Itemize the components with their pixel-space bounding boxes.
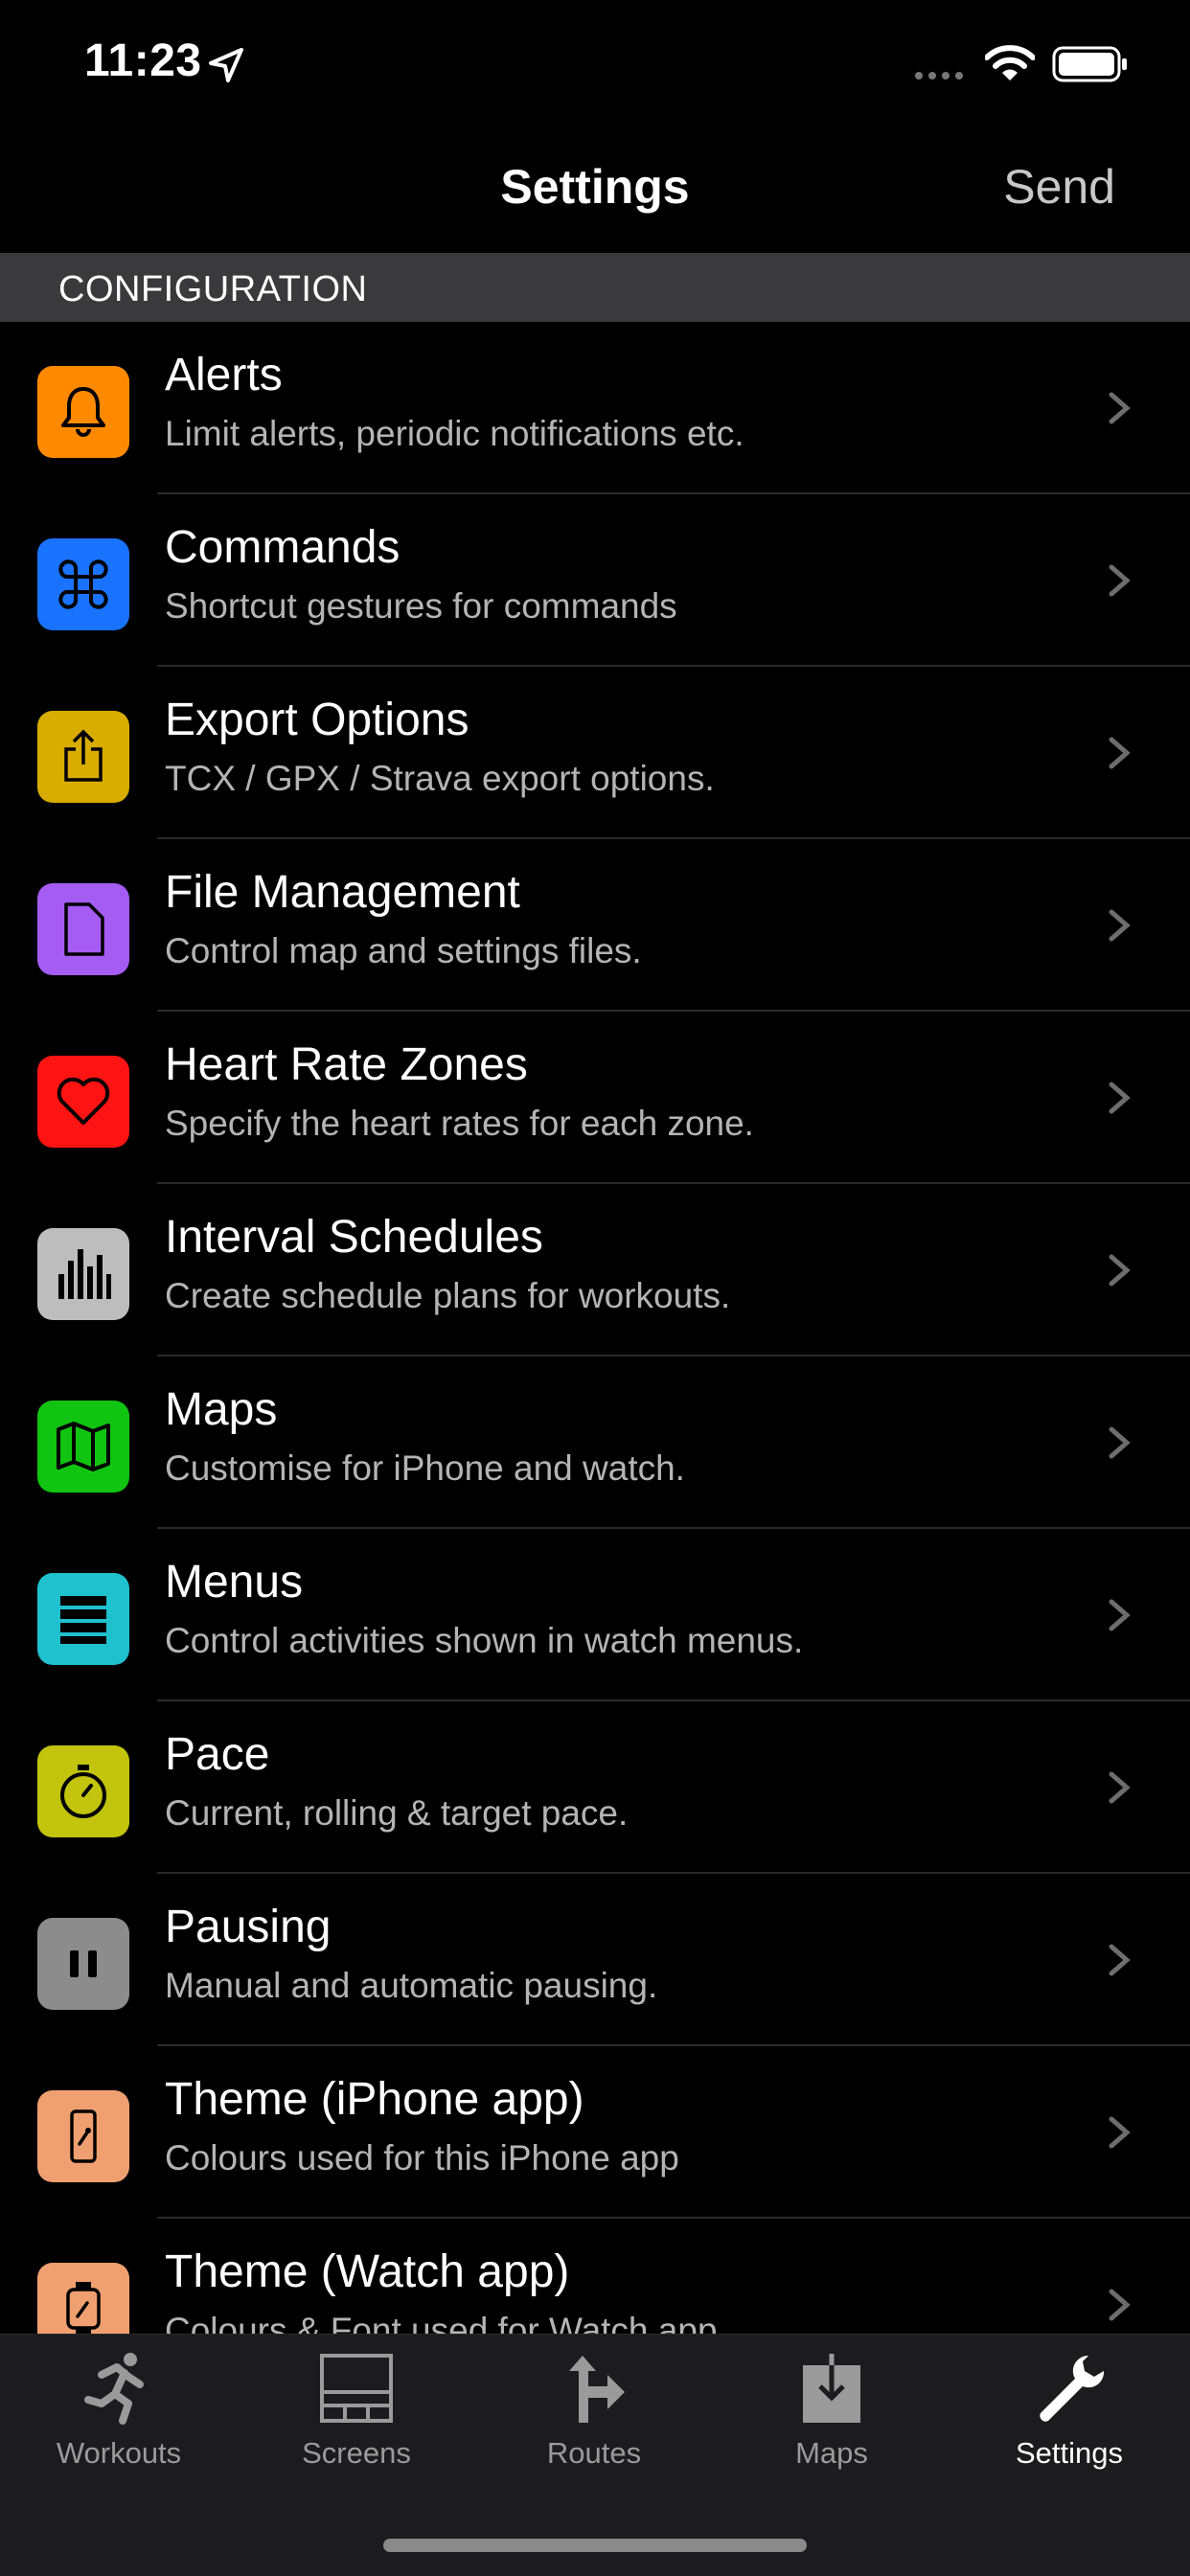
heart-icon — [57, 1077, 110, 1125]
status-time: 11:23 — [84, 35, 202, 86]
screens-icon — [320, 2354, 393, 2423]
settings-row-commands[interactable]: Commands Shortcut gestures for commands — [0, 494, 1190, 667]
row-title: Export Options — [165, 695, 469, 745]
home-indicator[interactable] — [383, 2539, 807, 2552]
settings-row-interval-schedules[interactable]: Interval Schedules Create schedule plans… — [0, 1184, 1190, 1356]
tab-settings[interactable]: Settings — [950, 2335, 1188, 2488]
send-button[interactable]: Send — [1003, 159, 1115, 215]
menu-list-icon — [60, 1596, 106, 1644]
chevron-right-icon — [1109, 1082, 1131, 1114]
row-title: File Management — [165, 867, 520, 918]
settings-row-pace[interactable]: Pace Current, rolling & target pace. — [0, 1701, 1190, 1874]
chevron-right-icon — [1109, 564, 1131, 597]
tab-label: Workouts — [56, 2436, 182, 2470]
location-arrow-icon — [209, 48, 243, 82]
bars-icon — [58, 1249, 111, 1299]
settings-row-heart-rate-zones[interactable]: Heart Rate Zones Specify the heart rates… — [0, 1012, 1190, 1184]
row-title: Menus — [165, 1557, 304, 1607]
icon-tile — [37, 1573, 129, 1665]
row-subtitle: TCX / GPX / Strava export options. — [165, 759, 715, 798]
map-download-icon — [803, 2354, 860, 2423]
settings-row-maps[interactable]: Maps Customise for iPhone and watch. — [0, 1356, 1190, 1529]
cellular-signal-icon — [915, 72, 963, 80]
tab-workouts[interactable]: Workouts — [0, 2335, 238, 2488]
tab-screens[interactable]: Screens — [238, 2335, 475, 2488]
chevron-right-icon — [1109, 1771, 1131, 1804]
settings-row-alerts[interactable]: Alerts Limit alerts, periodic notificati… — [0, 322, 1190, 494]
tab-maps[interactable]: Maps — [713, 2335, 950, 2488]
command-icon — [58, 559, 108, 609]
settings-list: Alerts Limit alerts, periodic notificati… — [0, 322, 1190, 2391]
routes-icon — [569, 2356, 625, 2423]
tab-label: Settings — [1015, 2436, 1123, 2470]
row-title: Heart Rate Zones — [165, 1039, 528, 1090]
settings-row-theme-iphone[interactable]: Theme (iPhone app) Colours used for this… — [0, 2046, 1190, 2219]
watch-wrench-icon — [66, 2282, 101, 2336]
chevron-right-icon — [1109, 2289, 1131, 2321]
runner-icon — [84, 2353, 144, 2425]
icon-tile — [37, 1228, 129, 1320]
row-subtitle: Colours used for this iPhone app — [165, 2138, 679, 2177]
section-header-label: CONFIGURATION — [58, 269, 368, 309]
icon-tile — [37, 883, 129, 975]
icon-tile — [37, 538, 129, 630]
row-subtitle: Control activities shown in watch menus. — [165, 1621, 804, 1660]
chevron-right-icon — [1109, 2116, 1131, 2149]
row-title: Maps — [165, 1384, 278, 1435]
settings-row-menus[interactable]: Menus Control activities shown in watch … — [0, 1529, 1190, 1701]
row-title: Theme (iPhone app) — [165, 2074, 584, 2125]
section-header: CONFIGURATION — [0, 253, 1190, 322]
icon-tile — [37, 1401, 129, 1493]
icon-tile — [37, 1918, 129, 2010]
map-icon — [57, 1422, 110, 1471]
row-title: Interval Schedules — [165, 1212, 543, 1263]
icon-tile — [37, 711, 129, 803]
row-subtitle: Limit alerts, periodic notifications etc… — [165, 414, 744, 453]
chevron-right-icon — [1109, 737, 1131, 769]
chevron-right-icon — [1109, 909, 1131, 942]
bell-icon — [61, 387, 105, 437]
tab-label: Maps — [795, 2436, 868, 2470]
row-subtitle: Manual and automatic pausing. — [165, 1966, 658, 2005]
status-bar: 11:23 — [0, 0, 1190, 129]
icon-tile — [37, 366, 129, 458]
tab-label: Screens — [302, 2436, 411, 2470]
row-subtitle: Control map and settings files. — [165, 931, 642, 970]
settings-row-file-management[interactable]: File Management Control map and settings… — [0, 839, 1190, 1012]
share-icon — [64, 729, 103, 782]
battery-icon — [1052, 46, 1127, 82]
chevron-right-icon — [1109, 1426, 1131, 1459]
document-icon — [64, 902, 104, 956]
icon-tile — [37, 2090, 129, 2182]
row-title: Pausing — [165, 1902, 332, 1952]
settings-row-export-options[interactable]: Export Options TCX / GPX / Strava export… — [0, 667, 1190, 839]
row-subtitle: Specify the heart rates for each zone. — [165, 1104, 754, 1143]
stopwatch-icon — [60, 1765, 106, 1818]
chevron-right-icon — [1109, 392, 1131, 424]
row-subtitle: Customise for iPhone and watch. — [165, 1448, 685, 1488]
icon-tile — [37, 1056, 129, 1148]
row-subtitle: Shortcut gestures for commands — [165, 586, 677, 626]
chevron-right-icon — [1109, 1599, 1131, 1631]
chevron-right-icon — [1109, 1254, 1131, 1287]
phone-wrench-icon — [70, 2109, 97, 2163]
row-title: Pace — [165, 1729, 270, 1780]
settings-row-pausing[interactable]: Pausing Manual and automatic pausing. — [0, 1874, 1190, 2046]
wrench-icon — [1040, 2355, 1105, 2422]
row-title: Commands — [165, 522, 400, 573]
row-title: Alerts — [165, 350, 283, 400]
row-subtitle: Current, rolling & target pace. — [165, 1793, 629, 1833]
wifi-icon — [985, 45, 1035, 80]
tab-routes[interactable]: Routes — [475, 2335, 713, 2488]
tab-label: Routes — [546, 2436, 642, 2470]
chevron-right-icon — [1109, 1944, 1131, 1976]
row-subtitle: Create schedule plans for workouts. — [165, 1276, 731, 1315]
pause-icon — [70, 1950, 97, 1977]
icon-tile — [37, 1745, 129, 1837]
row-title: Theme (Watch app) — [165, 2246, 570, 2297]
